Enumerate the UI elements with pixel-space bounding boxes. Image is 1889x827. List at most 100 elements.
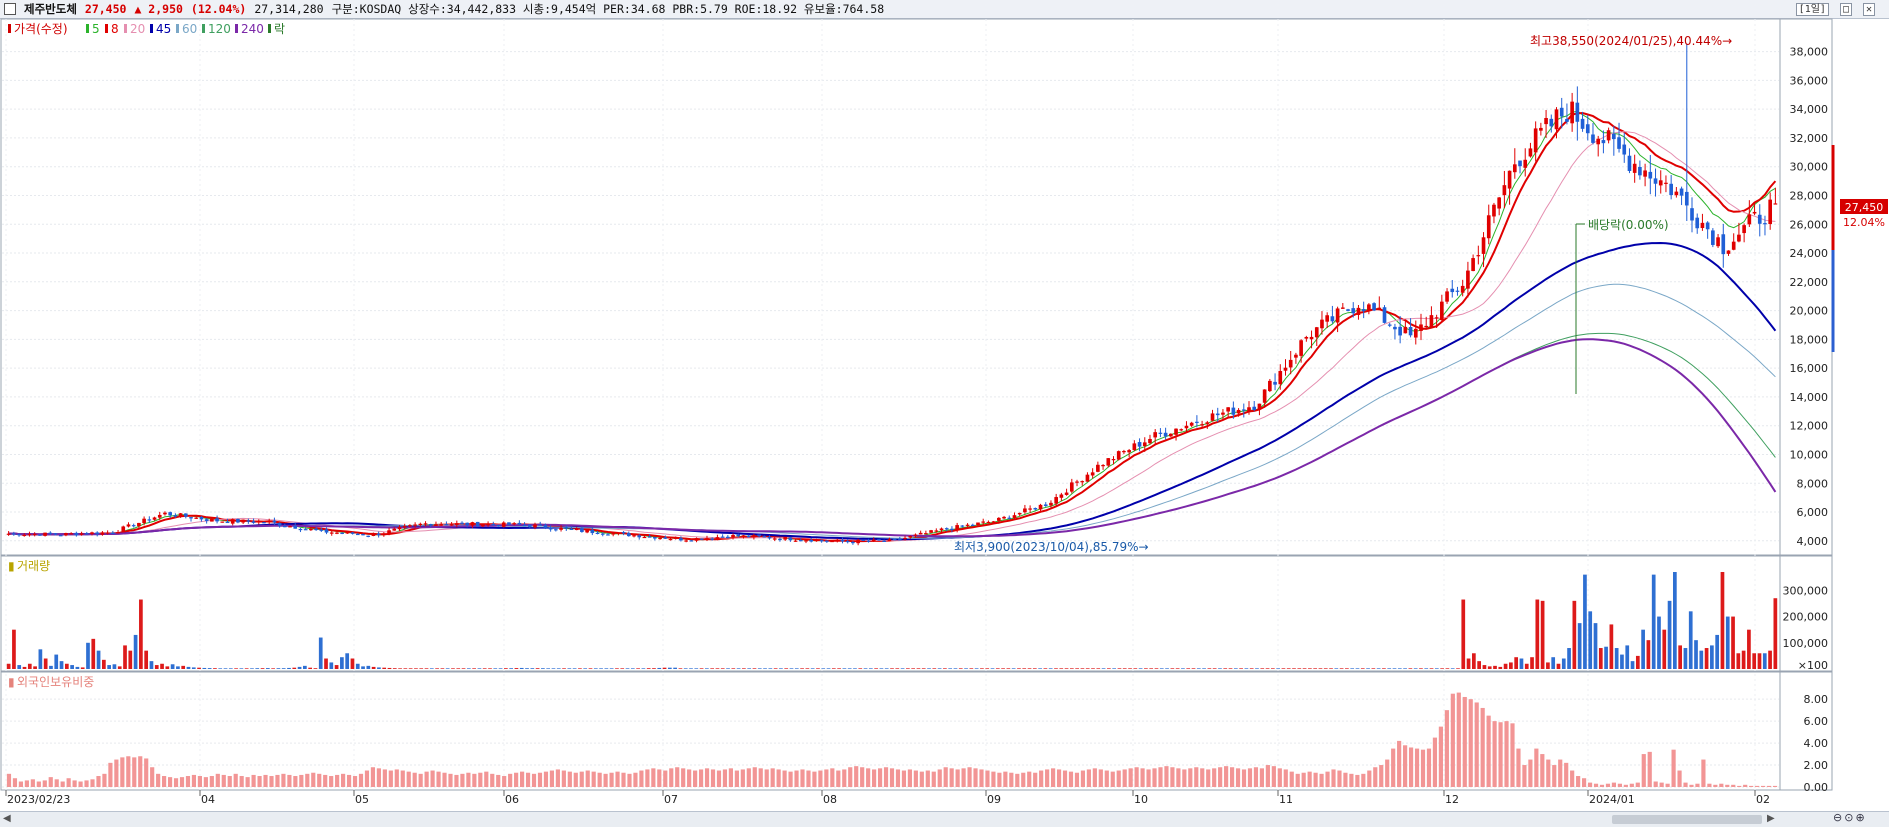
foreign-ratio-bar (1140, 768, 1145, 787)
foreign-ratio-bar (889, 768, 895, 787)
candle-body (1273, 381, 1277, 385)
candle-body (699, 538, 704, 540)
zoom-in-icon[interactable]: ⊕ (1855, 811, 1864, 824)
candle-body (439, 524, 444, 526)
candle-body (1638, 166, 1642, 176)
candle-body (1184, 425, 1189, 429)
candle-body (288, 526, 292, 528)
foreign-ratio-bar (364, 770, 370, 787)
candle-body (1075, 481, 1079, 483)
volume-bar (86, 642, 90, 669)
volume-bar (699, 668, 704, 669)
foreign-ratio-bar (1510, 723, 1515, 787)
volume-bar (1471, 653, 1476, 669)
volume-bar (493, 668, 498, 669)
volume-bar (504, 668, 508, 669)
volume-bar (810, 668, 815, 669)
volume-bar (599, 668, 603, 669)
zoom-out-icon[interactable]: ⊖ (1833, 811, 1842, 824)
foreign-ratio-bar (317, 773, 322, 787)
candle-body (741, 535, 746, 537)
volume-bar (1572, 600, 1577, 669)
volume-bar (863, 668, 868, 669)
candle-body (637, 535, 642, 538)
volume-bar (59, 661, 64, 669)
foreign-ratio-bar (1224, 766, 1229, 787)
horizontal-scrollbar[interactable]: ◀ ▶ (0, 811, 1889, 827)
volume-bar (1233, 668, 1238, 669)
candle-body (590, 529, 595, 534)
foreign-ratio-bar (1325, 771, 1330, 787)
foreign-ratio-bar (293, 776, 298, 787)
volume-bar (107, 665, 111, 669)
foreign-ratio-bar (1635, 782, 1640, 787)
foreign-ratio-bar (227, 776, 232, 787)
zoom-reset-icon[interactable]: ⊙ (1844, 811, 1853, 824)
candle-body (246, 520, 251, 522)
foreign-ratio-bar (1611, 782, 1617, 787)
candle-body (804, 540, 808, 542)
volume-bar (1614, 648, 1619, 669)
scroll-right-icon[interactable]: ▶ (1767, 813, 1775, 824)
candle-body (309, 528, 313, 531)
candle-body (997, 517, 1001, 521)
foreign-ratio-bar (418, 773, 423, 787)
candle-body (1346, 309, 1350, 311)
volume-legend-mark: ▮ (8, 559, 15, 573)
volume-bar (1159, 668, 1164, 669)
volume-bar (816, 668, 820, 669)
foreign-ratio-bar (1438, 726, 1443, 787)
candle-body (147, 519, 152, 521)
candle-body (1591, 134, 1595, 143)
foreign-ratio-bar (1456, 692, 1461, 787)
volume-bar (1101, 668, 1106, 669)
candle-body (152, 517, 157, 520)
volume-bar (731, 668, 736, 669)
candle-body (1012, 515, 1017, 518)
legend-swatch (86, 24, 89, 33)
foreign-ratio-bar (1587, 782, 1593, 787)
volume-bar (22, 666, 27, 669)
volume-bar (1281, 668, 1286, 669)
candle-body (142, 518, 146, 524)
foreign-ratio-bar (1546, 759, 1551, 787)
foreign-ratio-bar (430, 770, 435, 787)
candle-body (1742, 225, 1746, 234)
foreign-ratio-bar (209, 776, 214, 787)
foreign-ratio-bar (1695, 783, 1700, 787)
scroll-left-icon[interactable]: ◀ (3, 813, 11, 824)
foreign-ratio-bar (84, 780, 89, 787)
foreign-ratio-bar (567, 771, 572, 787)
foreign-ratio-bar (400, 770, 405, 787)
candle-body (194, 517, 199, 519)
candle-body (1440, 301, 1444, 321)
volume-bar (1588, 611, 1593, 669)
foreign-ratio-bar (895, 769, 901, 787)
scroll-thumb[interactable] (1612, 815, 1762, 824)
volume-bar (794, 668, 799, 669)
volume-bar (1604, 646, 1608, 669)
volume-bar (1704, 648, 1709, 669)
price-tick-label: 4,000 (1797, 535, 1829, 548)
volume-bar (1308, 668, 1312, 669)
volume-bar (1641, 629, 1645, 669)
candle-body (1367, 304, 1371, 311)
candle-body (79, 533, 84, 535)
candle-body (517, 522, 522, 525)
foreign-ratio-bar (490, 773, 495, 787)
candle-body (976, 522, 980, 526)
foreign-ratio-bar (1104, 770, 1109, 787)
candle-body (418, 523, 423, 525)
foreign-ratio-bar (770, 768, 775, 787)
volume-bar (551, 668, 556, 669)
candle-body (43, 532, 47, 536)
volume-bar (1149, 668, 1154, 669)
candle-body (434, 524, 438, 526)
candle-body (851, 541, 855, 544)
foreign-ratio-bar (585, 770, 590, 787)
foreign-ratio-bar (269, 776, 274, 787)
volume-bar (509, 668, 514, 669)
candle-body (1502, 185, 1507, 196)
candle-body (1570, 101, 1574, 124)
foreign-ratio-bar (1241, 769, 1247, 787)
